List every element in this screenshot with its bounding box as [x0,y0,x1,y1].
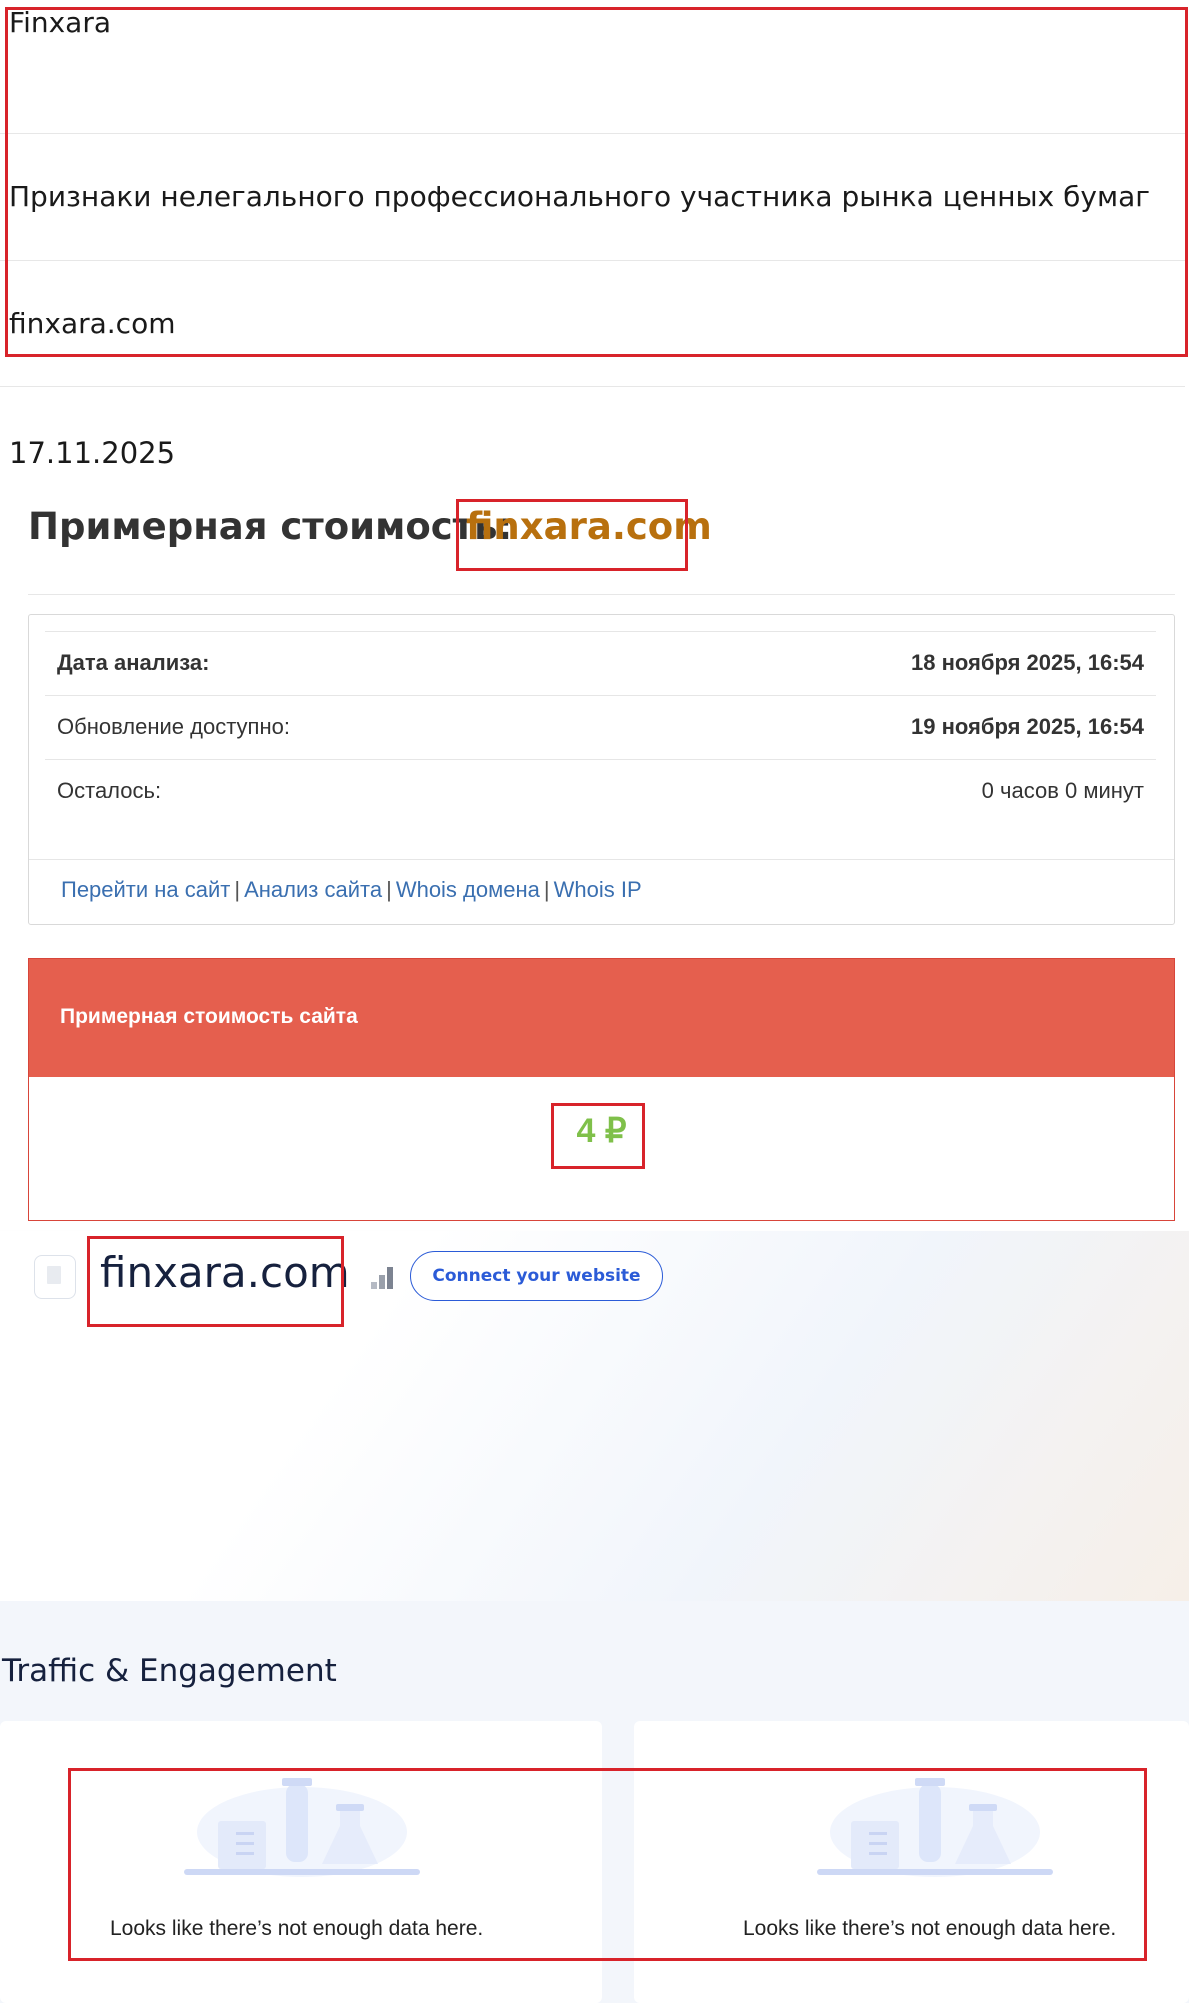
highlight-box-estimate [551,1103,645,1169]
info-label: Дата анализа: [57,650,210,675]
connect-website-button[interactable]: Connect your website [410,1251,663,1301]
highlight-box-traffic [68,1768,1147,1961]
divider [28,594,1175,595]
estimate-header: Примерная стоимость сайта [29,959,1174,1077]
info-value: 19 ноября 2025, 16:54 [911,714,1144,739]
record-date: 17.11.2025 [9,436,176,470]
info-value: 0 часов 0 минут [981,778,1144,803]
cost-title: Примерная стоимость: [28,505,513,548]
estimate-card: Примерная стоимость сайта 4 ₽ [28,958,1175,1221]
link-whois-ip[interactable]: Whois IP [554,877,642,902]
info-row-analysis-date: Дата анализа: 18 ноября 2025, 16:54 [45,631,1156,695]
info-label: Осталось: [57,778,162,803]
info-row-update: Обновление доступно: 19 ноября 2025, 16:… [45,695,1156,759]
highlight-box-record [5,7,1188,357]
info-row-remaining: Осталось: 0 часов 0 минут [45,759,1156,823]
link-site-analysis[interactable]: Анализ сайта [244,877,382,902]
info-row-links-divider [29,859,1174,860]
site-links: Перейти на сайт | Анализ сайта | Whois домен… [61,877,642,902]
estimate-header-text: Примерная стоимость сайта [60,1005,358,1028]
info-label: Обновление доступно: [57,714,290,739]
highlight-box-cost-domain [456,499,688,571]
link-go-to-site[interactable]: Перейти на сайт [61,877,230,902]
info-value: 18 ноября 2025, 16:54 [911,650,1144,675]
divider [0,386,1185,387]
highlight-box-overview-domain [87,1236,344,1327]
traffic-title: Traffic & Engagement [2,1653,337,1689]
document-icon [34,1255,76,1299]
rank-bars-icon [371,1267,395,1289]
link-whois-domain[interactable]: Whois домена [396,877,540,902]
analysis-info-card: Дата анализа: 18 ноября 2025, 16:54 Обно… [28,614,1175,925]
